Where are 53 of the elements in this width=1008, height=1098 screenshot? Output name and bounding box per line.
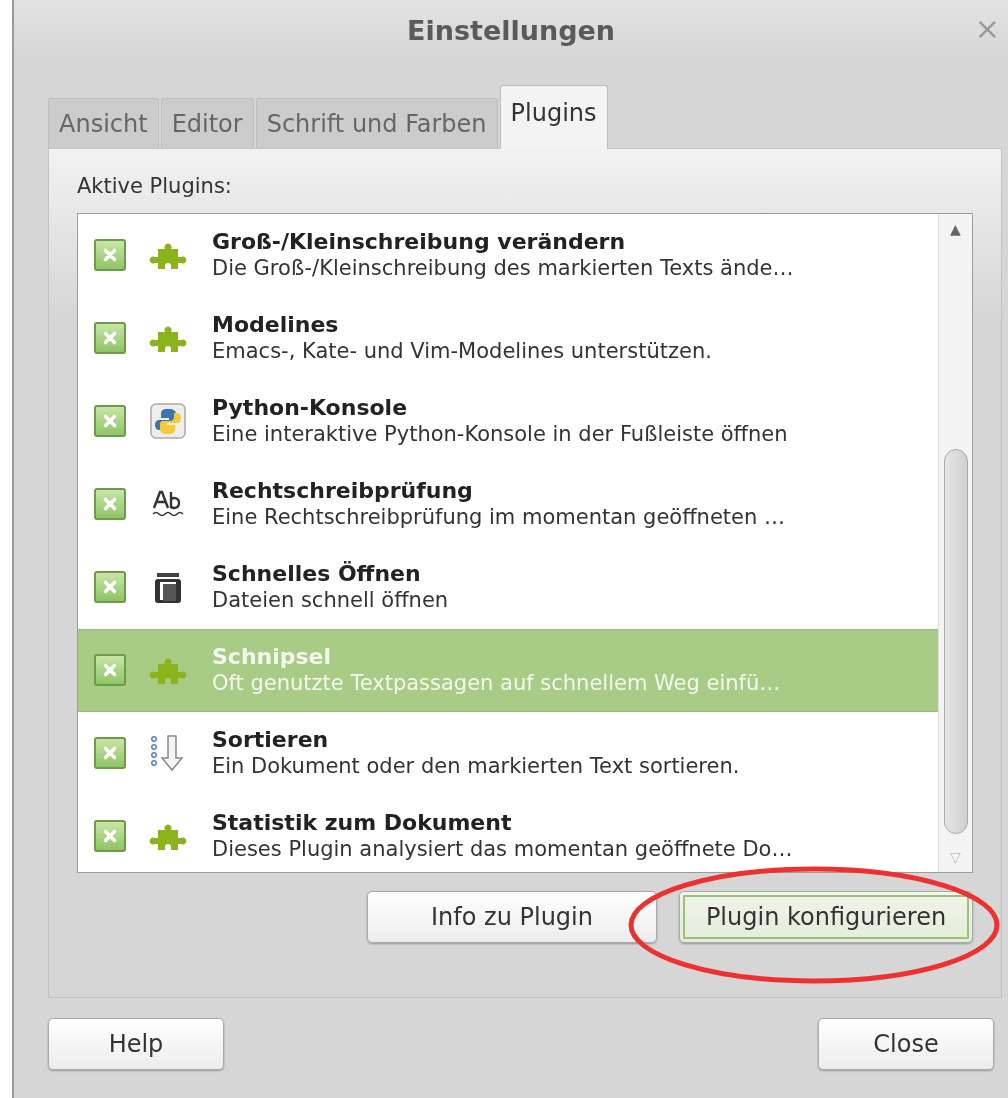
checkbox[interactable] — [94, 405, 126, 437]
plugin-name: Groß-/Kleinschreibung verändern — [212, 229, 627, 256]
plugin-name: Rechtschreibprüfung — [212, 478, 474, 505]
cross-mark-icon — [101, 578, 119, 596]
checkbox[interactable] — [94, 737, 126, 769]
cross-mark-icon — [101, 661, 119, 679]
checkbox[interactable] — [94, 654, 126, 686]
scrollbar-thumb[interactable] — [943, 448, 968, 834]
configure-button[interactable]: Plugin konfigurieren — [679, 890, 973, 943]
plugin-name: Schnelles Öffnen — [212, 561, 422, 588]
tab[interactable]: Schrift und Farben — [255, 98, 498, 148]
tab[interactable]: Editor — [160, 98, 254, 148]
checkbox[interactable] — [94, 571, 126, 603]
plugin-name: Sortieren — [212, 727, 330, 754]
plugin-row[interactable]: Sortieren Ein Dokument oder den markierten Text sortieren. — [78, 711, 938, 795]
plugin-description: Dieses Plugin analysiert das momentan geöffnete Do… — [212, 836, 793, 862]
plugin-name: Schnipsel — [212, 644, 333, 671]
close-button[interactable]: Close — [818, 1018, 994, 1070]
help-button[interactable]: Help — [48, 1018, 224, 1070]
checkbox[interactable] — [94, 820, 126, 852]
plugin-name: Statistik zum Dokument — [212, 810, 513, 837]
checkbox[interactable] — [94, 239, 126, 271]
plugin-description: Die Groß-/Kleinschreibung des markierten Texts ände… — [212, 255, 794, 281]
scrollbar[interactable]: ▲ ▽ — [938, 213, 972, 872]
tab[interactable]: Plugins — [499, 85, 608, 149]
cross-mark-icon — [101, 744, 119, 762]
python-icon — [148, 401, 188, 441]
plugin-name: Python-Konsole — [212, 395, 409, 422]
cross-mark-icon — [101, 246, 119, 264]
plugin-row[interactable]: Modelines Emacs-, Kate- und Vim-Modelines unterstützen. — [78, 296, 938, 380]
plugin-description: Eine interaktive Python-Konsole in der Fußleiste öffnen — [212, 421, 788, 447]
checkbox[interactable] — [94, 322, 126, 354]
tab[interactable]: Ansicht — [48, 98, 159, 148]
plugin-description: Emacs-, Kate- und Vim-Modelines unterstützen. — [212, 338, 712, 364]
checkbox[interactable] — [94, 488, 126, 520]
plugin-row[interactable]: Rechtschreibprüfung Eine Rechtschreibprüfung im momentan geöffneten … — [78, 462, 938, 546]
cross-mark-icon — [101, 329, 119, 347]
scroll-up-arrow[interactable]: ▲ — [950, 213, 961, 244]
plugin-row[interactable]: Schnelles Öffnen Dateien schnell öffnen — [78, 545, 938, 629]
info-button[interactable]: Info zu Plugin — [367, 890, 657, 943]
plugin-description: Eine Rechtschreibprüfung im momentan geöffneten … — [212, 504, 785, 530]
section-label: Aktive Plugins: — [77, 173, 233, 200]
plugin-description: Dateien schnell öffnen — [212, 587, 449, 613]
cross-mark-icon — [101, 412, 119, 430]
cross-mark-icon — [101, 495, 119, 513]
plugin-description: Ein Dokument oder den markierten Text sortieren. — [212, 753, 740, 779]
plugin-row[interactable]: Groß-/Kleinschreibung verändern Die Groß-/Kleinschreibung des markierten Texts ände… — [78, 213, 938, 297]
plugin-name: Modelines — [212, 312, 340, 339]
plugin-description: Oft genutzte Textpassagen auf schnellem Weg einfü… — [212, 670, 781, 696]
plugin-row[interactable]: Python-Konsole Eine interaktive Python-Konsole in der Fußleiste öffnen — [78, 379, 938, 463]
cross-mark-icon — [101, 827, 119, 845]
window-title: Einstellungen — [407, 13, 615, 48]
plugin-row[interactable]: Statistik zum Dokument Dieses Plugin analysiert das momentan geöffnete Do… — [78, 794, 938, 872]
